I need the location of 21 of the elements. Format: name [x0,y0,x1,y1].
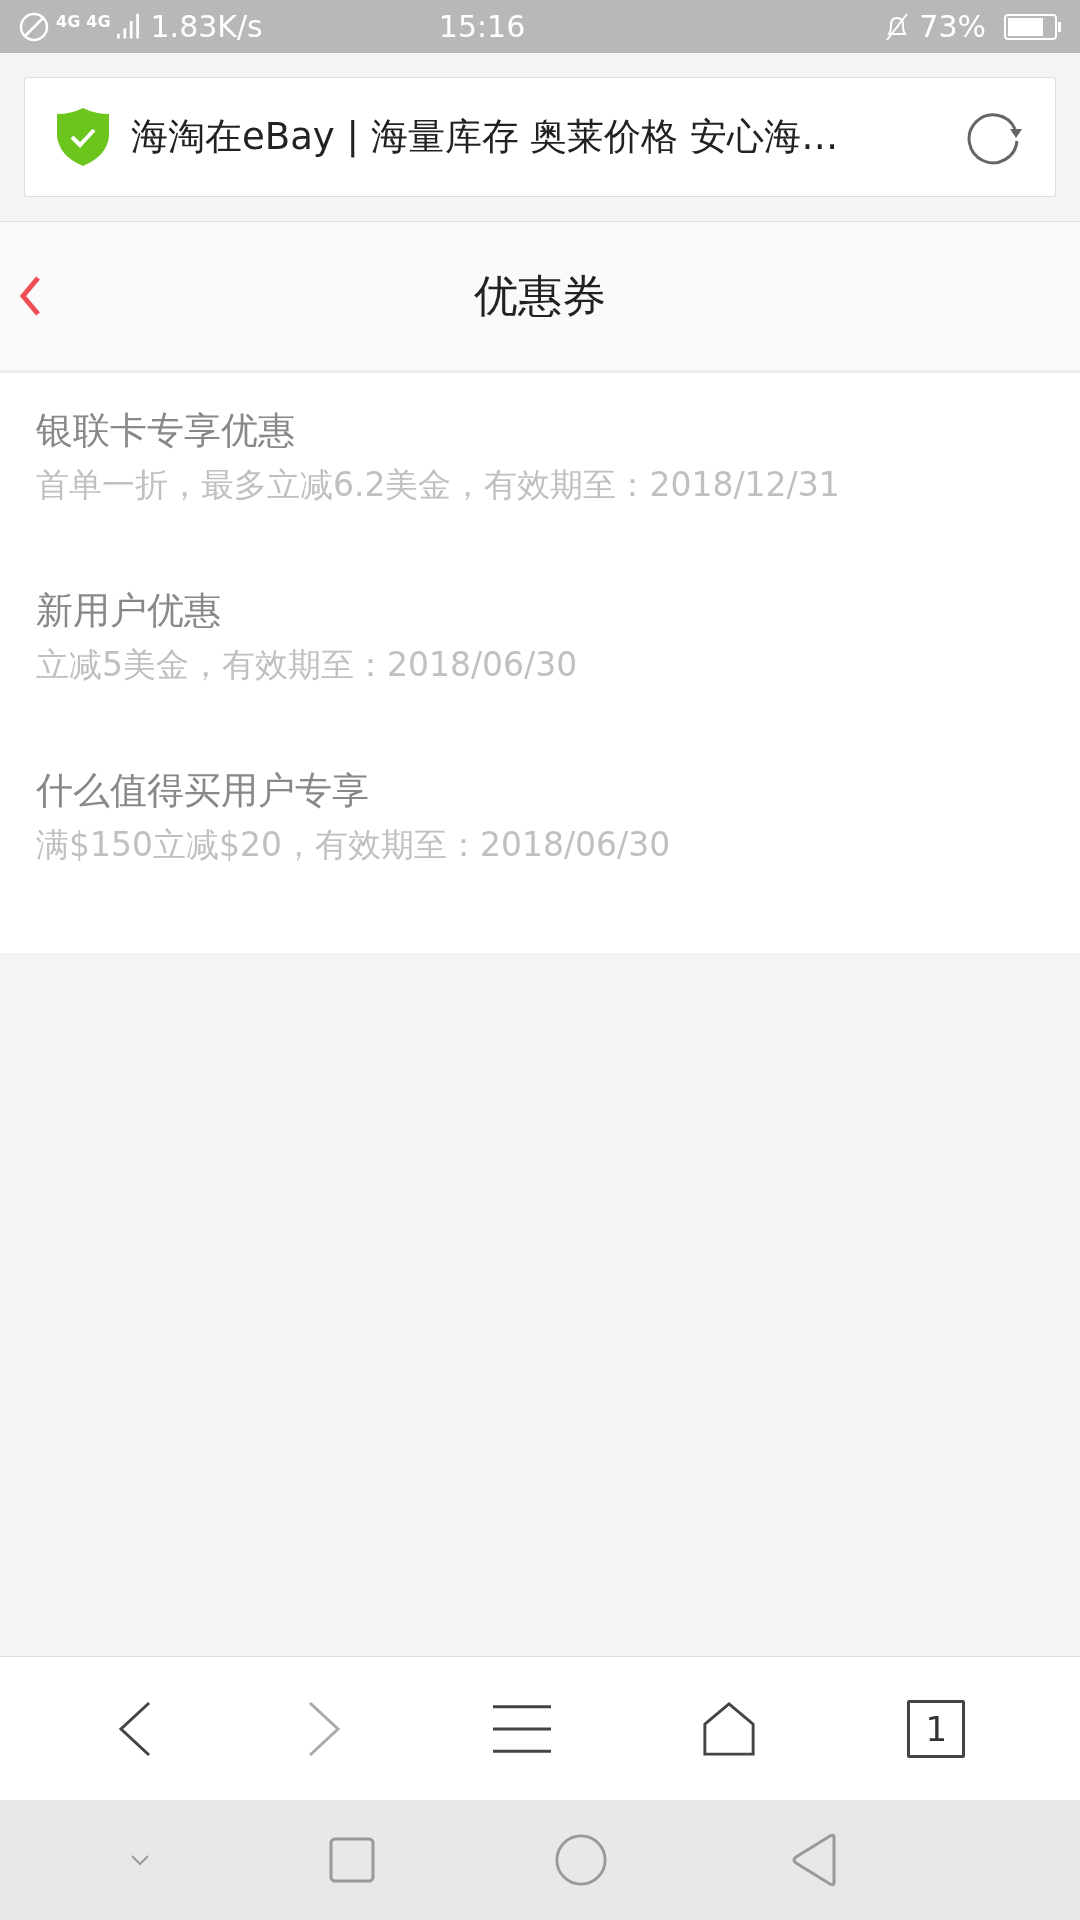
signal-icon [116,13,139,40]
chevron-down-icon[interactable] [129,1854,150,1866]
coupon-detail: 立减5美金，有效期至：2018/06/30 [36,644,578,686]
clock: 15:16 [437,9,527,44]
battery-percent: 73% [919,9,986,44]
page-title: 海淘在eBay | 海量库存 奥莱价格 安心海… [131,114,840,160]
recents-icon[interactable] [328,1837,375,1883]
coupon-detail: 满$150立减$20，有效期至：2018/06/30 [36,824,671,866]
network-label: 4G [56,12,81,31]
do-not-disturb-icon [18,10,50,43]
tab-count-button[interactable]: 1 [907,1699,966,1758]
page-heading: 优惠券 [474,268,606,323]
battery-icon [1004,13,1062,40]
coupon-title[interactable]: 新用户优惠 [36,583,221,639]
coupon-title[interactable]: 银联卡专享优惠 [36,403,295,459]
address-bar[interactable]: 海淘在eBay | 海量库存 奥莱价格 安心海… [24,77,1056,197]
coupon-title[interactable]: 什么值得买用户专享 [36,763,369,819]
network-label: 4G [86,12,111,31]
shield-check-icon [55,106,111,168]
coupon-detail: 首单一折，最多立减6.2美金，有效期至：2018/12/31 [36,464,840,506]
network-speed: 1.83K/s [150,9,263,44]
